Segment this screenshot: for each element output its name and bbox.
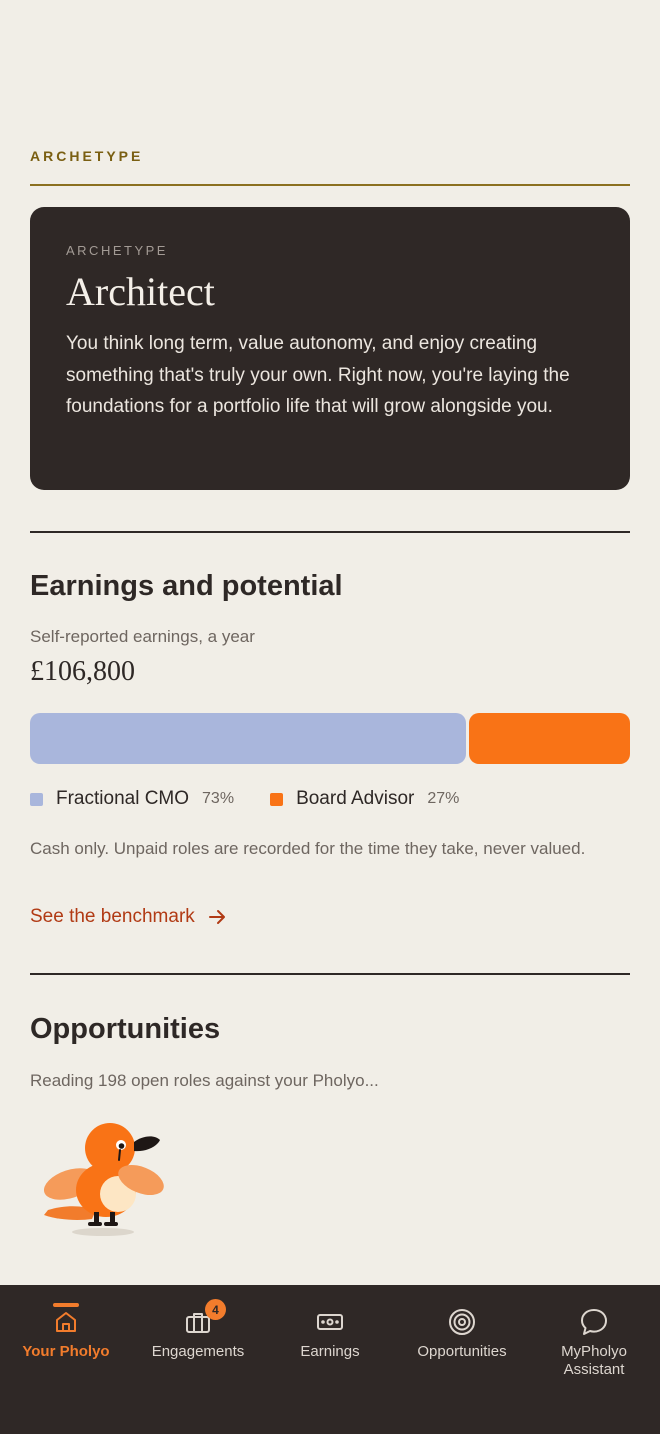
earnings-heading: Earnings and potential bbox=[30, 570, 343, 602]
legend-item-fractional-cmo: Fractional CMO 73% bbox=[30, 788, 234, 810]
tab-label: Earnings bbox=[300, 1343, 360, 1360]
tab-mypholyo-assistant[interactable]: MyPholyo Assistant bbox=[528, 1285, 660, 1434]
bar-segment-fractional-cmo bbox=[30, 713, 466, 764]
earnings-amount: £106,800 bbox=[30, 656, 135, 687]
tab-label: MyPholyo Assistant bbox=[561, 1343, 627, 1378]
legend-item-board-advisor: Board Advisor 27% bbox=[270, 788, 459, 810]
divider bbox=[30, 973, 630, 975]
divider bbox=[30, 184, 630, 186]
legend-label: Board Advisor bbox=[296, 788, 415, 809]
home-icon bbox=[56, 1312, 76, 1332]
legend-percent: 27% bbox=[427, 790, 460, 807]
earnings-note: Cash only. Unpaid roles are recorded for… bbox=[30, 839, 586, 858]
tab-label: Your Pholyo bbox=[22, 1343, 110, 1360]
notification-badge: 4 bbox=[205, 1299, 226, 1320]
earnings-subtitle: Self-reported earnings, a year bbox=[30, 627, 255, 646]
see-benchmark-link[interactable]: See the benchmark bbox=[30, 906, 227, 928]
archetype-description: You think long term, value autonomy, and… bbox=[66, 333, 570, 417]
bottom-navigation: Your Pholyo 4 Engagements Earnings Oppor… bbox=[0, 1285, 660, 1434]
tab-opportunities[interactable]: Opportunities bbox=[396, 1285, 528, 1434]
divider bbox=[30, 531, 630, 533]
tab-label: Engagements bbox=[151, 1343, 245, 1360]
chat-icon bbox=[581, 1309, 607, 1335]
legend-swatch bbox=[270, 792, 284, 806]
opportunities-heading: Opportunities bbox=[30, 1013, 221, 1045]
cash-icon bbox=[317, 1314, 343, 1330]
legend-percent: 73% bbox=[202, 790, 235, 807]
see-benchmark-label: See the benchmark bbox=[30, 906, 195, 927]
target-icon bbox=[449, 1309, 475, 1335]
tab-label: Opportunities bbox=[417, 1343, 507, 1360]
section-eyebrow: ARCHETYPE bbox=[30, 148, 144, 164]
archetype-title: Architect bbox=[66, 269, 215, 314]
archetype-card: ARCHETYPE Architect You think long term,… bbox=[30, 207, 630, 490]
tab-earnings[interactable]: Earnings bbox=[264, 1285, 396, 1434]
archetype-card-label: ARCHETYPE bbox=[66, 243, 168, 258]
legend-swatch bbox=[30, 792, 43, 806]
tab-your-pholyo[interactable]: Your Pholyo bbox=[0, 1285, 132, 1434]
legend-label: Fractional CMO bbox=[56, 788, 190, 809]
earnings-legend: Fractional CMO 73% Board Advisor 27% bbox=[30, 788, 495, 810]
bar-segment-board-advisor bbox=[468, 713, 630, 764]
opportunities-status: Reading 198 open roles against your Phol… bbox=[30, 1071, 379, 1090]
earnings-split-bar bbox=[30, 713, 630, 764]
platypus-mascot-illustration bbox=[43, 1123, 164, 1236]
arrow-right-icon bbox=[208, 910, 225, 924]
tab-engagements[interactable]: 4 Engagements bbox=[132, 1285, 264, 1434]
